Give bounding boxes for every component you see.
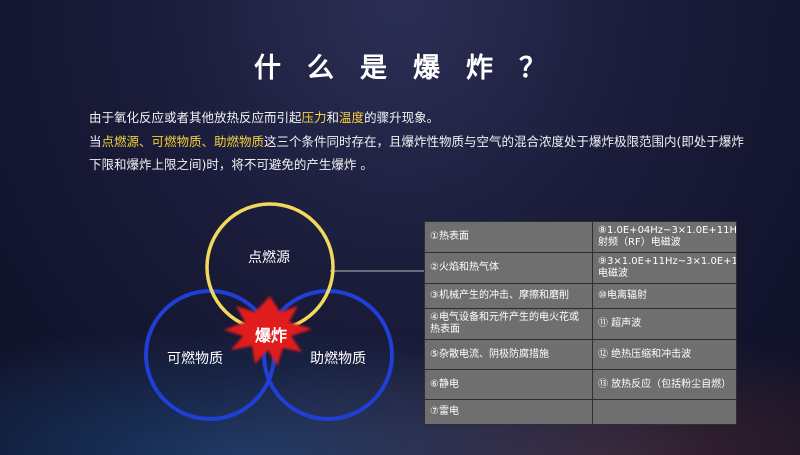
table-cell: ④电气设备和元件产生的电火花或热表面 [424, 308, 593, 340]
table-cell [592, 399, 737, 425]
table-cell: ⑤杂散电流、阴极防腐措施 [424, 339, 593, 370]
table-cell: ⑩电离辐射 [592, 283, 737, 309]
table-cell: ①热表面 [424, 221, 593, 253]
table-cell: ⑬ 放热反应（包括粉尘自燃） [592, 369, 737, 400]
table-row: ⑥静电 ⑬ 放热反应（包括粉尘自燃） [424, 369, 737, 400]
table-cell: ⑪ 超声波 [592, 308, 737, 340]
table-row: ①热表面 ⑧1.0E+04Hz~3×1.0E+11Hz射频（RF）电磁波 [424, 221, 737, 253]
table-row: ③机械产生的冲击、摩擦和磨削 ⑩电离辐射 [424, 283, 737, 309]
table-cell: ②火焰和热气体 [424, 252, 593, 284]
table-row: ④电气设备和元件产生的电火花或热表面 ⑪ 超声波 [424, 308, 737, 340]
ignition-causes-table: ①热表面 ⑧1.0E+04Hz~3×1.0E+11Hz射频（RF）电磁波 ②火焰… [424, 221, 737, 425]
fuel-label: 可燃物质 [167, 351, 223, 367]
ignition-source-label: 点燃源 [248, 250, 290, 266]
table-cell: ⑥静电 [424, 369, 593, 400]
table-row: ⑦雷电 [424, 399, 737, 425]
oxidizer-label: 助燃物质 [310, 351, 366, 367]
table-cell: ⑧1.0E+04Hz~3×1.0E+11Hz射频（RF）电磁波 [592, 221, 737, 253]
table-row: ⑤杂散电流、阴极防腐措施 ⑫ 绝热压缩和冲击波 [424, 339, 737, 370]
table-row: ②火焰和热气体 ⑨3×1.0E+11Hz~3×1.0E+15Hz电磁波 [424, 252, 737, 284]
table-cell: ⑫ 绝热压缩和冲击波 [592, 339, 737, 370]
table-cell: ⑦雷电 [424, 399, 593, 425]
explosion-label: 爆炸 [255, 326, 288, 345]
table-cell: ③机械产生的冲击、摩擦和磨削 [424, 283, 593, 309]
table-cell: ⑨3×1.0E+11Hz~3×1.0E+15Hz电磁波 [592, 252, 737, 284]
